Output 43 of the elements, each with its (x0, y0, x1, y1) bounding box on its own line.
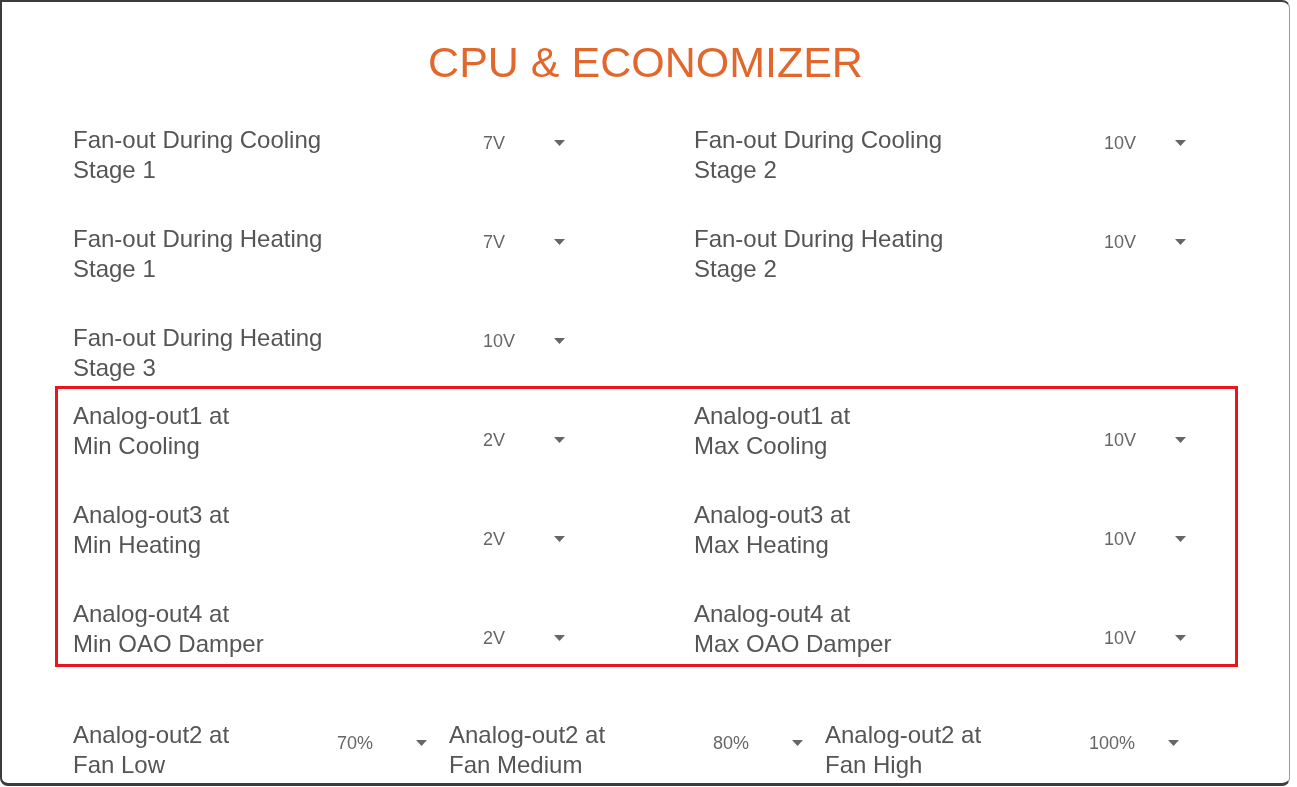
setting-label: Analog-out4 at Max OAO Damper (694, 599, 893, 659)
value-dropdown[interactable]: 100% (1089, 732, 1181, 754)
caret-icon (1168, 740, 1179, 746)
dialog-title: CPU & ECONOMIZER (427, 37, 864, 87)
value-dropdown[interactable]: 80% (713, 732, 805, 754)
setting-label: Fan-out During Cooling Stage 1 (73, 125, 323, 185)
setting-label: Fan-out During Cooling Stage 2 (694, 125, 944, 185)
value-dropdown[interactable]: 10V (1104, 231, 1188, 253)
value-dropdown[interactable]: 7V (483, 132, 567, 154)
setting-label: Analog-out3 at Max Heating (694, 500, 852, 560)
caret-icon (1175, 437, 1186, 443)
setting-label: Analog-out3 at Min Heating (73, 500, 231, 560)
value-dropdown[interactable]: 2V (483, 429, 567, 451)
setting-label: Fan-out During Heating Stage 1 (73, 224, 324, 284)
setting-label: Analog-out4 at Min OAO Damper (73, 599, 265, 659)
caret-icon (554, 140, 565, 146)
caret-icon (1175, 239, 1186, 245)
setting-label: Analog-out2 at Fan High (825, 720, 983, 780)
setting-label: Analog-out2 at Fan Medium (449, 720, 607, 780)
caret-icon (554, 536, 565, 542)
setting-label: Analog-out1 at Max Cooling (694, 401, 852, 461)
value-dropdown[interactable]: 10V (1104, 627, 1188, 649)
setting-label: Analog-out1 at Min Cooling (73, 401, 231, 461)
setting-label: Fan-out During Heating Stage 2 (694, 224, 945, 284)
value-dropdown[interactable]: 10V (1104, 528, 1188, 550)
value-dropdown[interactable]: 70% (337, 732, 429, 754)
caret-icon (1175, 140, 1186, 146)
caret-icon (792, 740, 803, 746)
value-dropdown[interactable]: 2V (483, 528, 567, 550)
setting-label: Analog-out2 at Fan Low (73, 720, 231, 780)
setting-label: Fan-out During Heating Stage 3 (73, 323, 324, 383)
caret-icon (554, 239, 565, 245)
value-dropdown[interactable]: 10V (1104, 429, 1188, 451)
value-dropdown[interactable]: 2V (483, 627, 567, 649)
caret-icon (554, 635, 565, 641)
caret-icon (554, 338, 565, 344)
caret-icon (1175, 635, 1186, 641)
caret-icon (554, 437, 565, 443)
caret-icon (416, 740, 427, 746)
caret-icon (1175, 536, 1186, 542)
value-dropdown[interactable]: 10V (483, 330, 567, 352)
value-dropdown[interactable]: 10V (1104, 132, 1188, 154)
value-dropdown[interactable]: 7V (483, 231, 567, 253)
